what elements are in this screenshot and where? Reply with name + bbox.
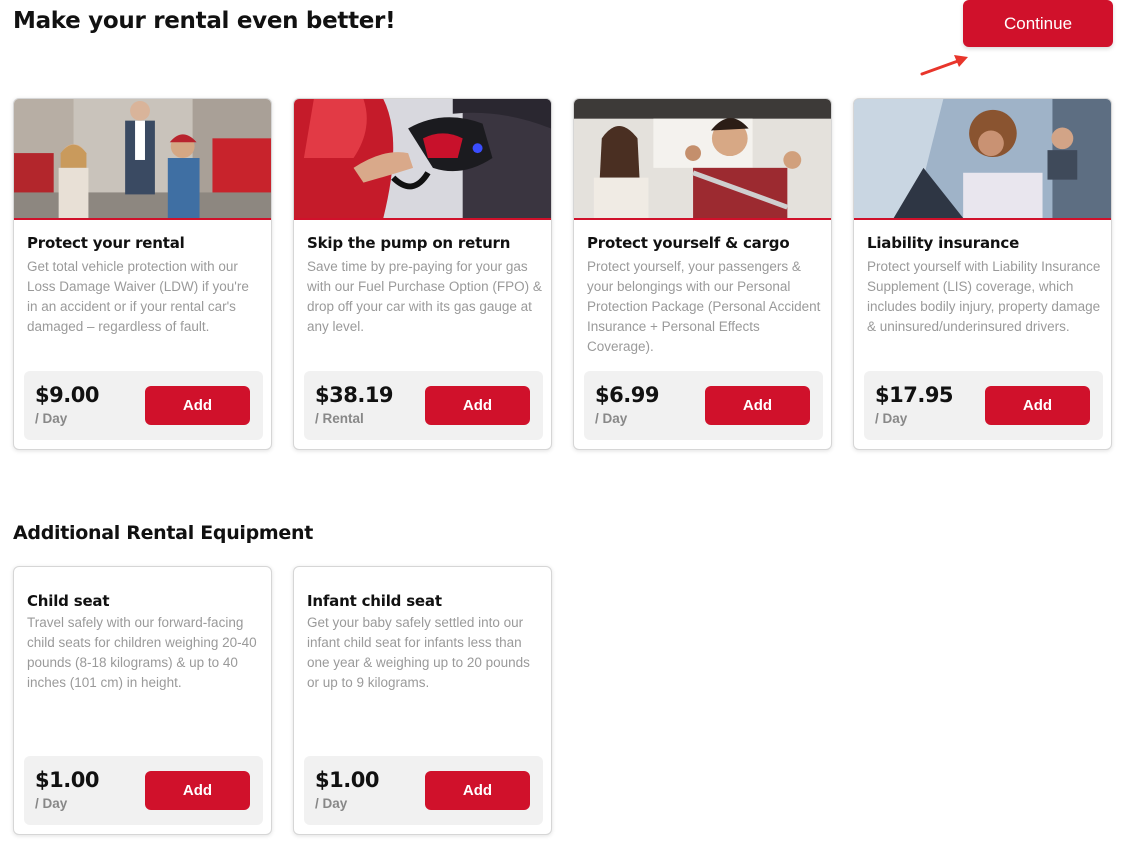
card-description: Travel safely with our forward-facing ch… (27, 615, 257, 690)
price-unit: / Day (35, 411, 68, 426)
protection-card-liability: Liability insurance Protect yourself wit… (853, 98, 1112, 450)
page-title: Make your rental even better! (13, 8, 396, 34)
add-button[interactable]: Add (425, 771, 530, 810)
price-unit: / Day (875, 411, 908, 426)
add-button[interactable]: Add (985, 386, 1090, 425)
add-button[interactable]: Add (705, 386, 810, 425)
protection-card-rental: Protect your rental Get total vehicle pr… (13, 98, 272, 450)
card-description: Save time by pre-paying for your gas wit… (307, 259, 542, 334)
fuel-pump-image (294, 99, 551, 220)
price-box: $6.99 / Day Add (584, 371, 823, 440)
price-amount: $17.95 (875, 383, 954, 407)
card-description: Protect yourself, your passengers & your… (587, 259, 821, 354)
card-title: Infant child seat (307, 592, 442, 610)
card-description: Get total vehicle protection with our Lo… (27, 259, 249, 334)
price-unit: / Day (595, 411, 628, 426)
family-street-image (14, 99, 271, 220)
section-title: Additional Rental Equipment (13, 522, 314, 544)
equipment-card-child-seat: Child seat Travel safely with our forwar… (13, 566, 272, 835)
card-description: Get your baby safely settled into our in… (307, 615, 530, 690)
price-unit: / Day (35, 796, 68, 811)
price-amount: $1.00 (35, 768, 99, 792)
price-unit: / Day (315, 796, 348, 811)
protection-card-personal: Protect yourself & cargo Protect yoursel… (573, 98, 832, 450)
price-amount: $38.19 (315, 383, 394, 407)
add-button[interactable]: Add (425, 386, 530, 425)
card-title: Protect your rental (27, 234, 185, 252)
price-amount: $6.99 (595, 383, 659, 407)
protection-card-fuel: Skip the pump on return Save time by pre… (293, 98, 552, 450)
price-box: $1.00 / Day Add (24, 756, 263, 825)
card-title: Skip the pump on return (307, 234, 511, 252)
family-car-image (574, 99, 831, 220)
price-amount: $9.00 (35, 383, 99, 407)
price-amount: $1.00 (315, 768, 379, 792)
equipment-card-infant-seat: Infant child seat Get your baby safely s… (293, 566, 552, 835)
price-box: $38.19 / Rental Add (304, 371, 543, 440)
card-title: Child seat (27, 592, 110, 610)
price-box: $17.95 / Day Add (864, 371, 1103, 440)
price-box: $1.00 / Day Add (304, 756, 543, 825)
add-button[interactable]: Add (145, 771, 250, 810)
price-unit: / Rental (315, 411, 364, 426)
card-title: Liability insurance (867, 234, 1020, 252)
price-box: $9.00 / Day Add (24, 371, 263, 440)
driver-car-image (854, 99, 1111, 220)
add-button[interactable]: Add (145, 386, 250, 425)
continue-button[interactable]: Continue (963, 0, 1113, 47)
arrow-icon (920, 55, 968, 76)
card-description: Protect yourself with Liability Insuranc… (867, 259, 1101, 334)
card-title: Protect yourself & cargo (587, 234, 790, 252)
